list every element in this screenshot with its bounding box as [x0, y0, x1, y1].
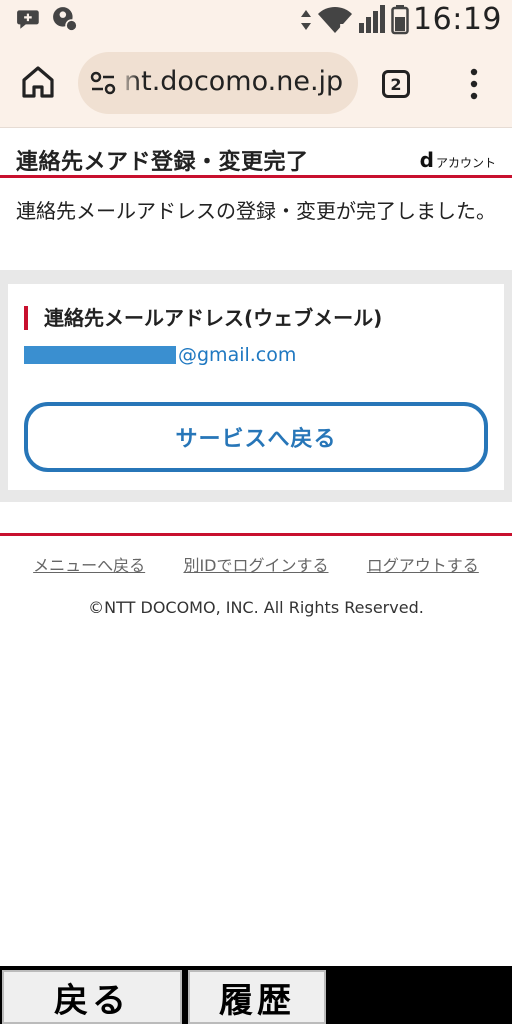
- account-settings-icon: [53, 7, 78, 32]
- d-logo-text: アカウント: [435, 156, 496, 170]
- email-domain: @gmail.com: [178, 344, 297, 366]
- page-title: 連絡先メアド登録・変更完了: [16, 150, 309, 175]
- d-logo-letter: d: [419, 148, 434, 172]
- home-icon[interactable]: [18, 62, 58, 102]
- status-time: 16:19: [413, 2, 502, 37]
- tab-count: 2: [390, 74, 402, 94]
- footer-links: メニューへ戻る 別IDでログインする ログアウトする: [0, 552, 512, 576]
- back-button[interactable]: 戻る: [2, 970, 182, 1024]
- email-address: @gmail.com: [24, 344, 296, 366]
- more-menu-icon[interactable]: [462, 66, 486, 102]
- status-bar: 5 16:19: [0, 0, 512, 40]
- svg-text:5: 5: [339, 22, 347, 35]
- address-bar[interactable]: nt.docomo.ne.jp: [78, 52, 358, 114]
- history-button[interactable]: 履歴: [188, 970, 326, 1024]
- back-to-service-button[interactable]: サービスへ戻る: [24, 402, 488, 472]
- back-to-menu-link[interactable]: メニューへ戻る: [33, 552, 145, 576]
- wifi-icon: 5: [318, 6, 353, 35]
- login-other-id-link[interactable]: 別IDでログインする: [183, 552, 328, 576]
- battery-icon: [391, 4, 409, 34]
- data-arrows-icon: [301, 9, 312, 30]
- footer-divider: [0, 533, 512, 536]
- site-settings-icon[interactable]: [90, 71, 116, 95]
- url-text: nt.docomo.ne.jp: [124, 66, 344, 97]
- email-card: 連絡先メールアドレス(ウェブメール) @gmail.com サービスへ戻る: [8, 284, 504, 490]
- bottom-nav: 戻る 履歴: [0, 966, 512, 1024]
- signal-icon: [359, 4, 386, 33]
- logout-link[interactable]: ログアウトする: [367, 552, 479, 576]
- page-header: 連絡先メアド登録・変更完了 d アカウント: [0, 128, 512, 178]
- email-label: 連絡先メールアドレス(ウェブメール): [24, 306, 382, 330]
- browser-toolbar: nt.docomo.ne.jp 2: [0, 40, 512, 128]
- d-account-logo: d アカウント: [420, 148, 496, 172]
- email-redaction: [24, 346, 176, 364]
- completion-message: 連絡先メールアドレスの登録・変更が完了しました。: [16, 199, 496, 223]
- chat-bubble-plus-icon: [17, 10, 39, 29]
- tabs-icon[interactable]: 2: [382, 70, 410, 98]
- copyright: ©NTT DOCOMO, INC. All Rights Reserved.: [88, 598, 424, 617]
- url-fade: [118, 52, 140, 114]
- email-section: 連絡先メールアドレス(ウェブメール) @gmail.com サービスへ戻る: [0, 270, 512, 502]
